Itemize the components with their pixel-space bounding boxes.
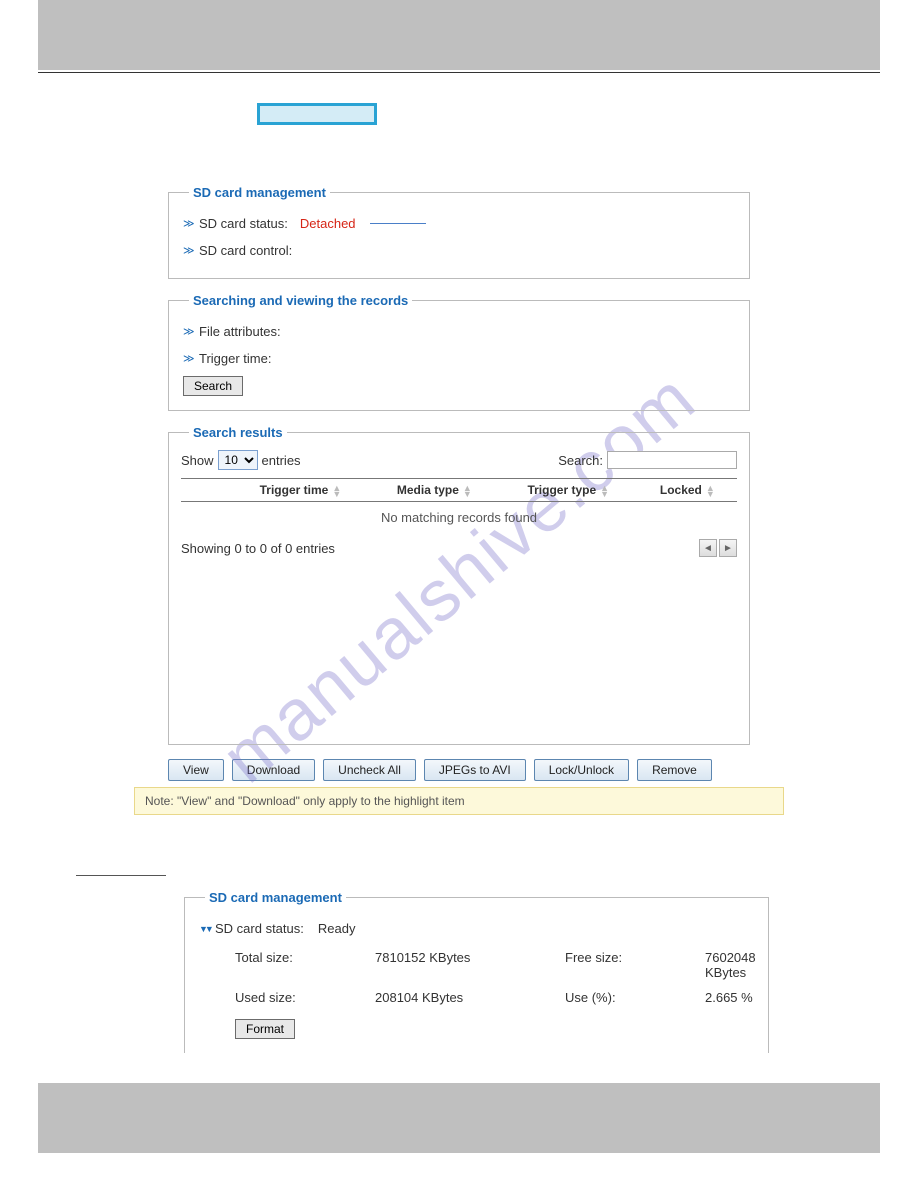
bullet-icon: ≫ bbox=[183, 217, 193, 230]
note-box: Note: "View" and "Download" only apply t… bbox=[134, 787, 784, 815]
sort-icon: ▲▼ bbox=[463, 485, 472, 497]
col-locked[interactable]: Locked▲▼ bbox=[638, 479, 737, 502]
pager-prev[interactable]: ◄ bbox=[699, 539, 717, 557]
bullet-icon: ≫ bbox=[183, 325, 193, 338]
free-size-label: Free size: bbox=[565, 950, 695, 980]
sort-icon: ▲▼ bbox=[600, 485, 609, 497]
sd-card-management-ready: SD card management ▼▼ SD card status: Re… bbox=[184, 890, 769, 1053]
col-trigger-type[interactable]: Trigger type▲▼ bbox=[499, 479, 638, 502]
short-divider bbox=[76, 875, 166, 876]
used-size-value: 208104 KBytes bbox=[375, 990, 555, 1005]
sd-card-management-detached: SD card management ≫ SD card status: Det… bbox=[168, 185, 750, 279]
legend-sd-mgmt-2: SD card management bbox=[205, 890, 346, 905]
sort-icon: ▲▼ bbox=[706, 485, 715, 497]
view-button[interactable]: View bbox=[168, 759, 224, 781]
top-banner bbox=[38, 0, 880, 70]
bullet-icon: ≫ bbox=[183, 352, 193, 365]
trigger-time-label: Trigger time: bbox=[199, 351, 271, 366]
col-media-type[interactable]: Media type▲▼ bbox=[370, 479, 499, 502]
format-button[interactable]: Format bbox=[235, 1019, 295, 1039]
search-label: Search: bbox=[558, 453, 603, 468]
download-button[interactable]: Download bbox=[232, 759, 315, 781]
search-records-section: Searching and viewing the records ≫ File… bbox=[168, 293, 750, 411]
show-suffix: entries bbox=[262, 453, 301, 468]
sd-control-label: SD card control: bbox=[199, 243, 292, 258]
showing-text: Showing 0 to 0 of 0 entries bbox=[181, 541, 335, 556]
used-size-label: Used size: bbox=[235, 990, 365, 1005]
bullet-icon: ≫ bbox=[183, 244, 193, 257]
entries-select[interactable]: 10 bbox=[218, 450, 258, 470]
uncheck-all-button[interactable]: Uncheck All bbox=[323, 759, 416, 781]
search-results-section: Search results Show 10 entries Search: T… bbox=[168, 425, 750, 745]
jpegs-to-avi-button[interactable]: JPEGs to AVI bbox=[424, 759, 526, 781]
total-size-label: Total size: bbox=[235, 950, 365, 980]
col-trigger-time[interactable]: Trigger time▲▼ bbox=[231, 479, 370, 502]
total-size-value: 7810152 KBytes bbox=[375, 950, 555, 980]
show-prefix: Show bbox=[181, 453, 214, 468]
search-button[interactable]: Search bbox=[183, 376, 243, 396]
pager-next[interactable]: ► bbox=[719, 539, 737, 557]
legend-sd-mgmt: SD card management bbox=[189, 185, 330, 200]
legend-search-records: Searching and viewing the records bbox=[189, 293, 412, 308]
chevron-down-icon: ▼▼ bbox=[199, 924, 209, 934]
use-pct-label: Use (%): bbox=[565, 990, 695, 1005]
sort-icon: ▲▼ bbox=[332, 485, 341, 497]
no-records-message: No matching records found bbox=[181, 502, 737, 533]
highlight-box bbox=[257, 103, 377, 125]
search-input[interactable] bbox=[607, 451, 737, 469]
free-size-value: 7602048 KBytes bbox=[705, 950, 756, 980]
sd-status-value-2: Ready bbox=[318, 921, 356, 936]
use-pct-value: 2.665 % bbox=[705, 990, 756, 1005]
remove-button[interactable]: Remove bbox=[637, 759, 712, 781]
bottom-banner bbox=[38, 1083, 880, 1153]
sd-status-value: Detached bbox=[300, 216, 356, 231]
sd-status-label-2: SD card status: bbox=[215, 921, 304, 936]
col-empty[interactable] bbox=[181, 479, 231, 502]
legend-search-results: Search results bbox=[189, 425, 287, 440]
table-header-row: Trigger time▲▼ Media type▲▼ Trigger type… bbox=[181, 479, 737, 502]
decorative-line bbox=[370, 223, 426, 224]
file-attr-label: File attributes: bbox=[199, 324, 281, 339]
lock-unlock-button[interactable]: Lock/Unlock bbox=[534, 759, 629, 781]
results-table: Trigger time▲▼ Media type▲▼ Trigger type… bbox=[181, 478, 737, 502]
sd-status-label: SD card status: bbox=[199, 216, 288, 231]
